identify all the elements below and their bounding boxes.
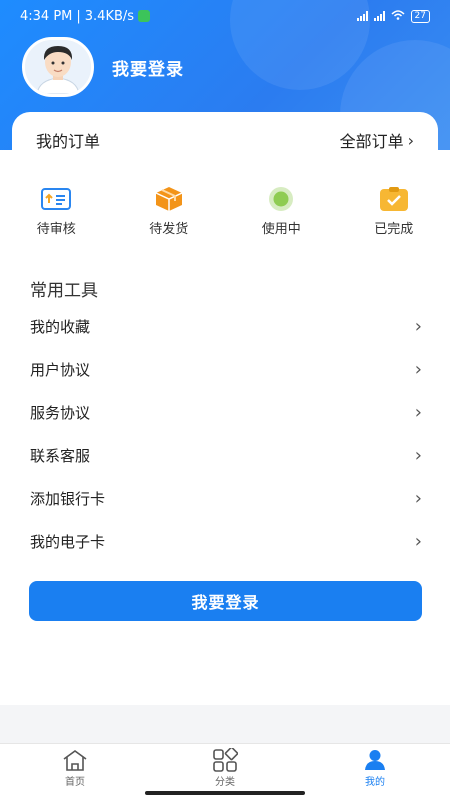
status-speed: 3.4KB/s: [84, 8, 135, 24]
order-completed[interactable]: 已完成: [338, 186, 450, 237]
tool-service-agreement[interactable]: 服务协议 ›: [30, 391, 422, 434]
wifi-icon: [391, 9, 405, 23]
chevron-right-icon: ›: [414, 531, 422, 552]
completed-icon: [379, 186, 409, 212]
login-button[interactable]: 我要登录: [29, 581, 422, 621]
tool-favorites[interactable]: 我的收藏 ›: [30, 305, 422, 348]
order-in-use[interactable]: 使用中: [225, 186, 338, 237]
box-icon: [154, 186, 184, 212]
order-item-label: 使用中: [261, 222, 301, 237]
orders-header: 我的订单 全部订单 ›: [36, 128, 414, 152]
signal-2-icon: [373, 11, 385, 21]
tool-contact-support[interactable]: 联系客服 ›: [30, 434, 422, 477]
signal-icon: [356, 11, 368, 21]
login-link[interactable]: 我要登录: [112, 55, 184, 80]
tab-home[interactable]: 首页: [0, 744, 150, 800]
profile-header[interactable]: 我要登录: [22, 37, 184, 97]
user-icon: [361, 747, 389, 773]
order-pending-review[interactable]: 待审核: [0, 186, 113, 237]
avatar[interactable]: [22, 37, 94, 97]
tools-title: 常用工具: [30, 281, 98, 301]
chevron-right-icon: ›: [407, 130, 414, 150]
chevron-right-icon: ›: [414, 402, 422, 423]
chevron-right-icon: ›: [414, 359, 422, 380]
tab-mine[interactable]: 我的: [300, 744, 450, 800]
tool-label: 用户协议: [30, 361, 91, 379]
order-item-label: 待审核: [36, 222, 76, 237]
home-icon: [61, 747, 89, 773]
review-icon: [41, 186, 72, 212]
tool-label: 我的电子卡: [30, 533, 106, 551]
chevron-right-icon: ›: [414, 445, 422, 466]
tool-label: 添加银行卡: [30, 490, 106, 508]
tool-add-bank-card[interactable]: 添加银行卡 ›: [30, 477, 422, 520]
category-icon: [211, 747, 239, 773]
order-item-label: 待发货: [149, 222, 189, 237]
tool-label: 我的收藏: [30, 318, 91, 336]
all-orders-link[interactable]: 全部订单 ›: [340, 128, 414, 152]
tool-label: 联系客服: [30, 447, 91, 465]
tool-user-agreement[interactable]: 用户协议 ›: [30, 348, 422, 391]
battery-icon: 27: [410, 9, 430, 23]
all-orders-label: 全部订单: [339, 132, 404, 151]
status-time: 4:34 PM: [20, 8, 73, 24]
order-pending-ship[interactable]: 待发货: [113, 186, 226, 237]
order-status-row: 待审核 待发货 使用中 已完成: [0, 186, 450, 237]
chevron-right-icon: ›: [414, 316, 422, 337]
tab-label: 我的: [365, 777, 385, 788]
tab-label: 首页: [65, 777, 85, 788]
status-bar: 4:34 PM | 3.4KB/s 27: [0, 0, 450, 32]
tools-list: 我的收藏 › 用户协议 › 服务协议 › 联系客服 › 添加银行卡 › 我的电子…: [30, 305, 422, 563]
tab-label: 分类: [215, 777, 235, 788]
in-use-icon: [266, 186, 296, 212]
tool-e-card[interactable]: 我的电子卡 ›: [30, 520, 422, 563]
order-item-label: 已完成: [374, 222, 414, 237]
home-indicator: [145, 791, 305, 795]
tool-label: 服务协议: [30, 404, 91, 422]
orders-title: 我的订单: [36, 132, 101, 151]
chevron-right-icon: ›: [414, 488, 422, 509]
app-notification-icon: [138, 10, 151, 22]
